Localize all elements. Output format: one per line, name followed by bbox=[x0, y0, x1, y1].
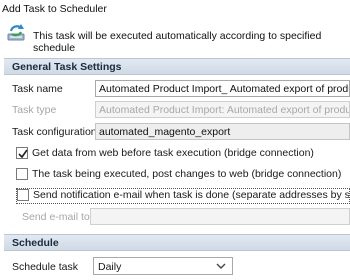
task-name-input[interactable]: Automated Product Import_ Automated expo… bbox=[95, 80, 350, 97]
task-type-label: Task type bbox=[12, 104, 57, 116]
schedule-task-label: Schedule task bbox=[12, 261, 78, 273]
chevron-down-icon bbox=[216, 263, 226, 269]
window-title: Add Task to Scheduler bbox=[2, 3, 107, 15]
general-settings-header: General Task Settings bbox=[4, 58, 350, 75]
notify-checkbox-row[interactable]: Send notification e-mail when task is do… bbox=[16, 188, 350, 204]
get-data-checkbox-label: Get data from web before task execution … bbox=[32, 147, 314, 160]
notify-checkbox-label: Send notification e-mail when task is do… bbox=[33, 189, 350, 202]
scheduler-refresh-icon bbox=[7, 24, 25, 41]
checkmark-icon bbox=[18, 149, 28, 159]
get-data-checkbox-row[interactable]: Get data from web before task execution … bbox=[16, 147, 314, 163]
schedule-task-value: Daily bbox=[98, 261, 122, 273]
task-name-label: Task name bbox=[12, 83, 63, 95]
schedule-header: Schedule bbox=[4, 234, 350, 251]
schedule-task-select[interactable]: Daily bbox=[93, 257, 233, 275]
send-email-label: Send e-mail to bbox=[22, 211, 90, 223]
post-changes-checkbox-row[interactable]: The task being executed, post changes to… bbox=[16, 168, 341, 184]
info-message: This task will be executed automatically… bbox=[33, 30, 322, 54]
task-type-field: Automated Product Import: Automated expo… bbox=[95, 101, 350, 118]
post-changes-checkbox[interactable] bbox=[16, 168, 28, 181]
get-data-checkbox[interactable] bbox=[16, 147, 28, 160]
task-config-label: Task configuration bbox=[12, 126, 97, 138]
notify-checkbox[interactable] bbox=[17, 189, 29, 202]
task-config-field[interactable]: automated_magento_export bbox=[95, 123, 350, 140]
post-changes-checkbox-label: The task being executed, post changes to… bbox=[32, 168, 342, 181]
send-email-input[interactable] bbox=[90, 208, 350, 225]
